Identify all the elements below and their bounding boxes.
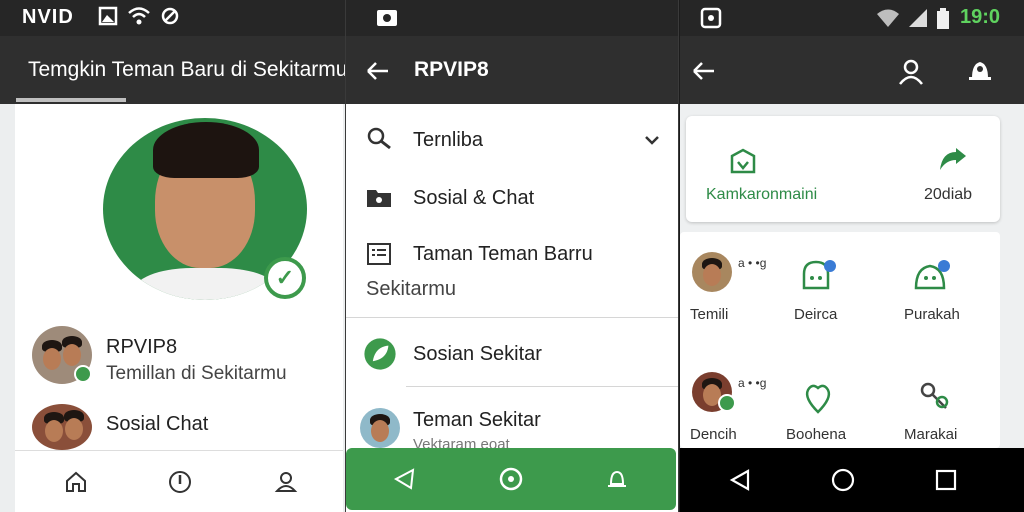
avatar-caption: a • •g	[738, 256, 767, 270]
send-icon	[940, 148, 966, 170]
verified-check-icon: ✓	[264, 257, 306, 299]
notify-icon[interactable]	[604, 466, 630, 492]
dashboard-screen: 19:0 Kamkaronmaini 20diab a • •g Temili …	[680, 0, 1024, 512]
menu-item-ternliba[interactable]: Ternliba	[346, 120, 678, 160]
sync-icon	[161, 7, 179, 25]
menu-item-sublabel: Sekitarmu	[366, 278, 457, 300]
menu-item-label: Sosian Sekitar	[413, 343, 542, 365]
status-bar: 19:0	[680, 0, 1024, 36]
system-recents-icon[interactable]	[934, 468, 958, 492]
search-icon	[367, 127, 391, 150]
grid-item-label: Deirca	[794, 306, 838, 323]
system-nav-bar	[680, 448, 1024, 512]
summary-left-label: Kamkaronmaini	[706, 186, 818, 203]
photo-icon	[377, 10, 397, 26]
contacts-grid: a • •g Temili Deirca Purakah a • •g Denc…	[680, 232, 1000, 448]
online-badge-icon	[718, 394, 736, 412]
menu-screen: RPVIP8 Ternliba Sosial & Chat Taman Tema…	[345, 0, 679, 512]
grid-item-label: Purakah	[904, 306, 960, 323]
chevron-down-icon	[645, 136, 659, 145]
leaf-icon	[364, 338, 396, 370]
app-bar	[680, 36, 1024, 104]
menu-item-label: Teman Sekitar	[413, 409, 541, 431]
menu-item-teman-sekitar[interactable]: Teman Sekitar Vektaram eoat	[346, 400, 678, 453]
bottom-nav	[15, 450, 343, 512]
menu-item-label: Taman Teman Barru	[413, 243, 593, 265]
summary-right-label: 20diab	[924, 186, 973, 203]
status-bar: NVID	[0, 0, 345, 36]
location-pin-icon	[805, 384, 831, 414]
menu-item-label: Ternliba	[413, 129, 484, 151]
grid-item-label: Temili	[690, 306, 729, 323]
divider	[346, 317, 678, 318]
chat-bubble-icon	[914, 260, 950, 290]
avatar	[692, 252, 732, 292]
wifi-icon	[877, 9, 899, 27]
bottom-nav	[346, 448, 676, 510]
back-arrow-icon[interactable]	[362, 56, 392, 86]
grid-item-label: Boohena	[786, 426, 847, 443]
app-bar: RPVIP8	[346, 36, 678, 104]
avatar-caption: a • •g	[738, 376, 767, 390]
notification-icon[interactable]	[966, 56, 994, 86]
status-carrier-text: NVID	[22, 6, 74, 28]
compass-icon[interactable]	[163, 465, 197, 499]
back-arrow-icon[interactable]	[688, 56, 718, 86]
app-bar: Temgkin Teman Baru di Sekitarmu	[0, 36, 345, 104]
online-badge-icon	[74, 365, 92, 383]
shield-icon[interactable]	[498, 466, 524, 492]
home-icon[interactable]	[59, 465, 93, 499]
chat-bubble-icon	[802, 260, 836, 290]
menu-item-sosial-chat[interactable]: Sosial & Chat	[346, 178, 678, 218]
folder-icon	[367, 190, 391, 207]
navigate-icon[interactable]	[392, 466, 418, 492]
list-item-title[interactable]: RPVIP8	[106, 336, 177, 359]
profile-icon[interactable]	[896, 56, 926, 86]
system-back-icon[interactable]	[728, 468, 752, 492]
list-icon	[367, 243, 391, 265]
wifi-icon	[128, 7, 150, 25]
status-time: 19:0	[959, 6, 1000, 28]
grid-item-label: Marakai	[904, 426, 958, 443]
status-bar	[346, 0, 678, 36]
list-item-title[interactable]: Sosial Chat	[106, 413, 208, 436]
photo-icon	[700, 7, 722, 29]
tools-icon	[920, 382, 949, 409]
system-home-icon[interactable]	[830, 467, 856, 493]
battery-icon	[937, 8, 949, 29]
store-icon	[730, 148, 756, 174]
profile-screen: NVID Temgkin Teman Baru di Sekitarmu ✓ R…	[0, 0, 345, 512]
divider	[406, 386, 678, 387]
page-title: RPVIP8	[414, 58, 489, 81]
menu-item-label: Sosial & Chat	[413, 187, 535, 209]
avatar	[360, 408, 400, 448]
signal-icon	[909, 9, 927, 27]
profile-icon[interactable]	[269, 465, 303, 499]
grid-item-label: Dencih	[690, 426, 737, 443]
list-item-subtitle: Temillan di Sekitarmu	[106, 363, 287, 384]
avatar[interactable]	[32, 404, 92, 450]
page-title: Temgkin Teman Baru di Sekitarmu	[28, 58, 345, 81]
summary-card[interactable]: Kamkaronmaini 20diab	[686, 116, 1000, 222]
menu-item-sosian-sekitar[interactable]: Sosian Sekitar	[346, 334, 678, 374]
tab-indicator	[16, 98, 126, 102]
menu-item-taman-teman[interactable]: Taman Teman Barru Sekitarmu	[346, 234, 678, 306]
photo-icon	[98, 6, 118, 26]
